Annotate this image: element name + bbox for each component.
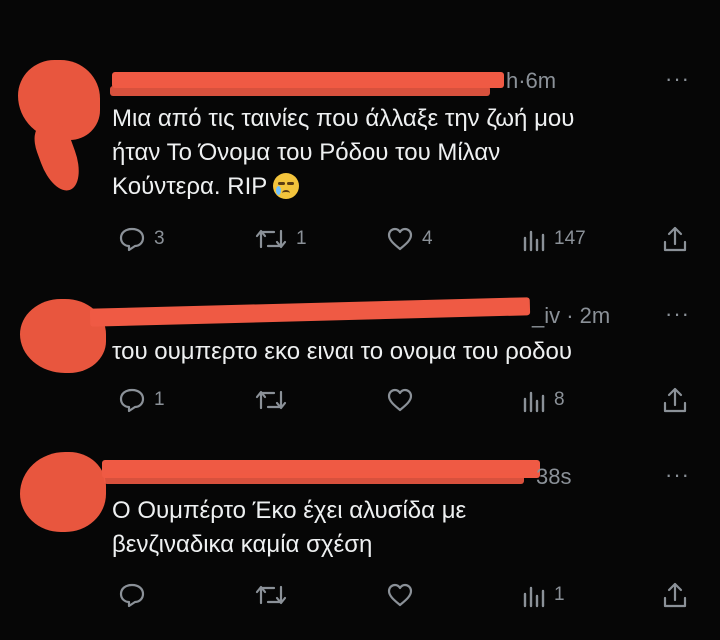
tweet-text-line: βενζιναδικα καμία σχέση	[112, 531, 373, 558]
tweet-actions: 1 8	[112, 385, 702, 415]
retweet-icon	[255, 390, 287, 410]
share-icon	[663, 582, 687, 608]
avatar[interactable]	[20, 452, 106, 532]
more-icon[interactable]: ···	[665, 66, 690, 92]
tweet-time: _iv · 2m	[532, 303, 611, 328]
reply-icon	[119, 388, 145, 413]
views-button[interactable]: 1	[522, 580, 565, 610]
like-button[interactable]	[386, 385, 414, 415]
author-name-redaction	[89, 297, 531, 327]
reply-button[interactable]	[118, 580, 146, 610]
like-icon	[387, 227, 413, 251]
tweet-time: 38s	[536, 464, 572, 489]
share-icon	[663, 387, 687, 413]
tweet-actions: 1	[112, 580, 702, 610]
views-icon	[523, 230, 545, 252]
views-count: 8	[554, 389, 565, 410]
like-icon	[387, 583, 413, 607]
like-count: 4	[422, 228, 433, 249]
more-icon[interactable]: ···	[665, 462, 690, 488]
views-icon	[523, 586, 545, 608]
tweet[interactable]: h·6m ··· Μια από τις ταινίες που άλλαξε …	[0, 52, 720, 282]
reply-count: 3	[154, 228, 165, 249]
author-name-redaction	[110, 86, 490, 96]
retweet-icon	[255, 585, 287, 605]
retweet-button[interactable]	[254, 580, 288, 610]
reply-icon	[119, 583, 145, 608]
tweet-text-line: Κούντερα. RIP	[112, 170, 690, 204]
views-icon	[523, 391, 545, 413]
tweet-text-line: του ουμπερτο εκο ειναι το ονομα του ροδο…	[112, 338, 572, 365]
tweet-thread: h·6m ··· Μια από τις ταινίες που άλλαξε …	[0, 0, 720, 640]
crying-face-icon	[273, 173, 300, 199]
tweet-text-line: Μια από τις ταινίες που άλλαξε την ζωή μ…	[112, 105, 575, 132]
retweet-icon	[255, 229, 287, 249]
views-button[interactable]: 147	[522, 224, 586, 254]
tweet-actions: 3 1 4 147	[112, 224, 702, 254]
retweet-button[interactable]: 1	[254, 224, 307, 254]
tweet-time: h·6m	[506, 68, 557, 93]
share-button[interactable]	[662, 580, 688, 610]
views-count: 147	[554, 228, 586, 249]
reply-icon	[119, 227, 145, 252]
reply-button[interactable]: 3	[118, 224, 165, 254]
tweet-text: του ουμπερτο εκο ειναι το ονομα του ροδο…	[112, 335, 690, 369]
share-icon	[663, 226, 687, 252]
tweet-text: Μια από τις ταινίες που άλλαξε την ζωή μ…	[112, 102, 690, 204]
share-button[interactable]	[662, 224, 688, 254]
author-name-redaction	[104, 474, 524, 484]
retweet-count: 1	[296, 228, 307, 249]
views-count: 1	[554, 584, 565, 605]
tweet-text: Ο Ουμπέρτο Έκο έχει αλυσίδα με βενζιναδι…	[112, 494, 690, 562]
like-icon	[387, 388, 413, 412]
tweet-text-line: Ο Ουμπέρτο Έκο έχει αλυσίδα με	[112, 497, 467, 524]
views-button[interactable]: 8	[522, 385, 565, 415]
tweet-text-line: ήταν Το Όνομα του Ρόδου του Μίλαν	[112, 139, 501, 166]
like-button[interactable]: 4	[386, 224, 433, 254]
share-button[interactable]	[662, 385, 688, 415]
tweet[interactable]: 38s ··· Ο Ουμπέρτο Έκο έχει αλυσίδα με β…	[0, 448, 720, 638]
retweet-button[interactable]	[254, 385, 288, 415]
like-button[interactable]	[386, 580, 414, 610]
more-icon[interactable]: ···	[665, 301, 690, 327]
reply-button[interactable]: 1	[118, 385, 165, 415]
tweet[interactable]: _iv · 2m ··· του ουμπερτο εκο ειναι το ο…	[0, 285, 720, 435]
reply-count: 1	[154, 389, 165, 410]
